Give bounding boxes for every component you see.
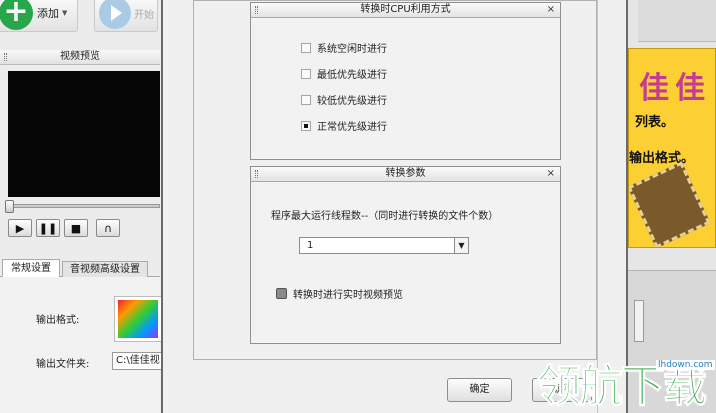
ok-button[interactable]: 确定 [447, 378, 512, 402]
cpu-option-low[interactable]: 较低优先级进行 [301, 92, 387, 107]
output-folder-label: 输出文件夹: [36, 359, 90, 370]
stop-control-button[interactable]: ■ [64, 219, 88, 237]
pause-control-button[interactable]: ❚❚ [36, 219, 60, 237]
cpu-panel-title: 转换时CPU利用方式 [360, 4, 451, 15]
cpu-option-lowest[interactable]: 最低优先级进行 [301, 66, 387, 81]
max-threads-label: 程序最大运行线程数--（同时进行转换的文件个数） [271, 211, 499, 222]
preview-title: 视频预览 [60, 51, 100, 62]
seek-slider-thumb[interactable] [5, 200, 14, 213]
tab-general-settings[interactable]: 常规设置 [2, 259, 60, 277]
loop-control-button[interactable]: ∩ [96, 219, 120, 237]
start-button[interactable]: 开始 [94, 0, 158, 32]
realtime-preview-option[interactable]: 转换时进行实时视频预览 [276, 286, 403, 301]
plus-icon: + [0, 0, 33, 30]
cpu-option-label: 系统空闲时进行 [317, 44, 387, 55]
video-preview-screen [8, 71, 160, 197]
add-button[interactable]: + 添加 ▼ [0, 0, 78, 32]
cpu-panel-header: 转换时CPU利用方式 × [251, 3, 560, 18]
play-icon [99, 0, 131, 29]
grip-icon[interactable] [255, 170, 258, 178]
output-format-label: 输出格式: [36, 315, 80, 326]
play-control-button[interactable]: ▶ [8, 219, 32, 237]
stop-icon: ■ [70, 221, 82, 235]
add-button-label: 添加 [37, 7, 59, 20]
right-toolbar [638, 0, 716, 42]
cpu-option-idle[interactable]: 系统空闲时进行 [301, 40, 387, 55]
realtime-preview-label: 转换时进行实时视频预览 [293, 290, 403, 301]
cpu-option-label: 正常优先级进行 [317, 122, 387, 133]
right-scroll-handle[interactable] [634, 300, 644, 342]
panel-close-icon[interactable]: × [547, 3, 555, 17]
chevron-down-icon[interactable]: ▼ [454, 238, 468, 253]
tab-av-advanced-settings[interactable]: 音视频高级设置 [62, 261, 148, 277]
output-folder-input[interactable]: C:\佳佳视 [112, 352, 162, 370]
banner-text-line-1: 列表。 [635, 115, 675, 130]
checkbox-low[interactable] [301, 94, 311, 105]
banner-text-line-2: 输出格式。 [629, 151, 695, 166]
checkbox-realtime-preview[interactable] [276, 288, 287, 299]
grip-icon[interactable] [4, 53, 7, 61]
pause-icon: ❚❚ [38, 221, 58, 235]
cpu-option-label: 较低优先级进行 [317, 96, 387, 107]
max-threads-select[interactable]: 1 ▼ [299, 237, 469, 254]
film-strip-icon [629, 161, 711, 247]
params-panel-header: 转换参数 × [251, 167, 560, 182]
banner-logo: 佳佳 [639, 71, 711, 106]
output-format-selector[interactable] [114, 296, 162, 342]
checkbox-normal[interactable] [301, 120, 311, 131]
cpu-option-label: 最低优先级进行 [317, 70, 387, 81]
conversion-params-panel: 转换参数 × 程序最大运行线程数--（同时进行转换的文件个数） 1 ▼ 转换时进… [250, 166, 561, 344]
seek-track[interactable] [8, 204, 160, 208]
panel-close-icon[interactable]: × [547, 167, 555, 181]
checkbox-lowest[interactable] [301, 68, 311, 79]
checkbox-idle[interactable] [301, 42, 311, 53]
params-panel-title: 转换参数 [385, 168, 426, 179]
play-icon: ▶ [15, 221, 25, 235]
grip-icon[interactable] [255, 6, 258, 14]
max-threads-value: 1 [307, 240, 314, 251]
cpu-usage-panel: 转换时CPU利用方式 × 系统空闲时进行 最低优先级进行 较低优先级进行 正常优… [250, 2, 561, 160]
start-button-label: 开始 [134, 9, 154, 21]
promo-banner: 佳佳 列表。 输出格式。 [628, 48, 716, 248]
loop-icon: ∩ [103, 221, 113, 235]
watermark-url: lhdown.com [656, 360, 715, 370]
chevron-down-icon[interactable]: ▼ [62, 9, 67, 17]
format-preview-icon [118, 300, 158, 338]
cpu-option-normal[interactable]: 正常优先级进行 [301, 118, 387, 133]
preview-panel-header: 视频预览 [0, 50, 160, 65]
